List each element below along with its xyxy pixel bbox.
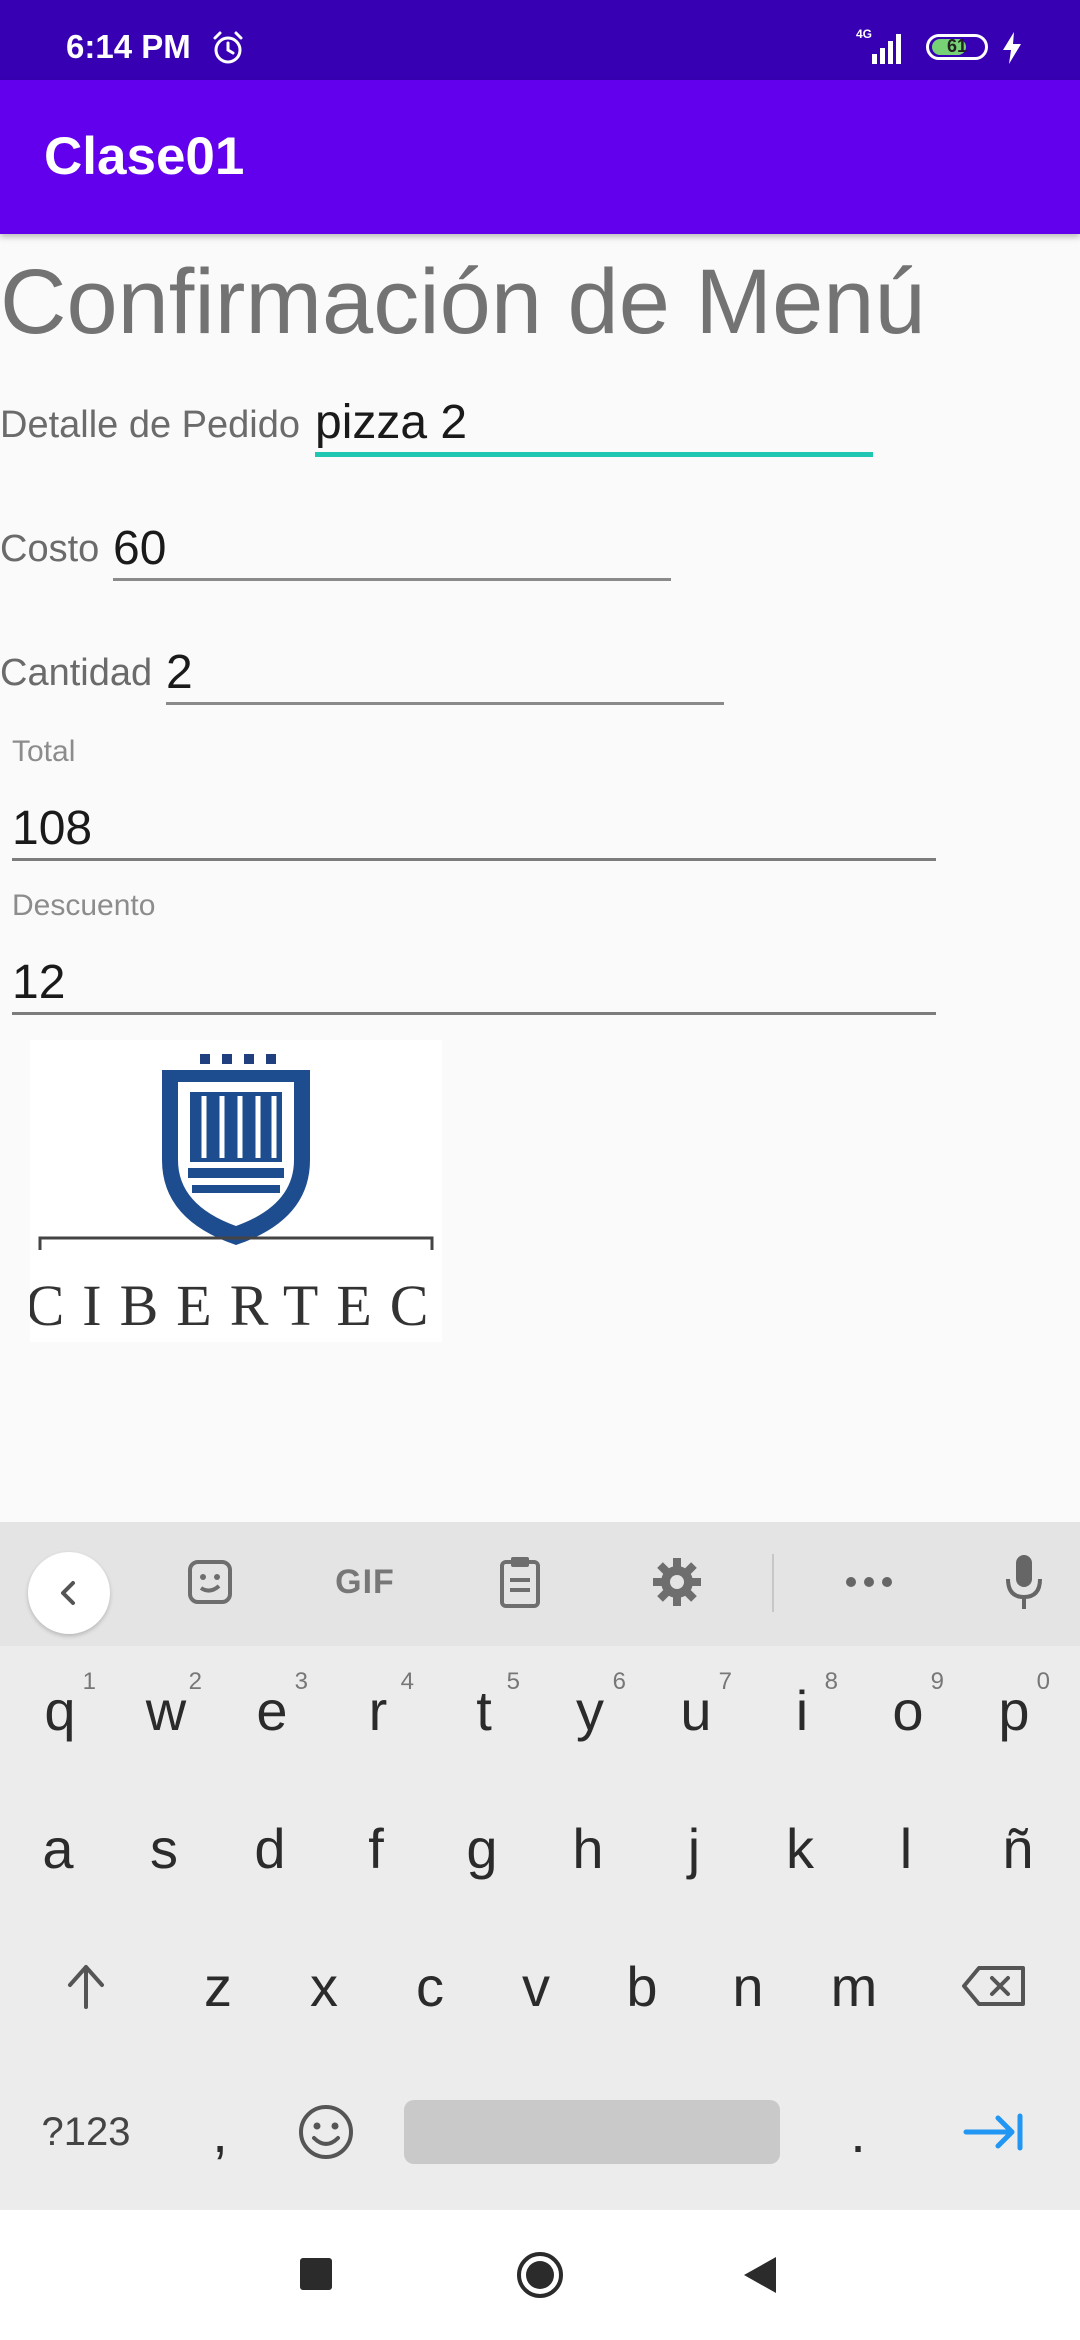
key-s[interactable]: s <box>114 1798 214 1898</box>
total-input[interactable] <box>12 798 936 861</box>
sticker-icon[interactable] <box>180 1550 240 1614</box>
key-a[interactable]: a <box>8 1798 108 1898</box>
back-triangle-icon[interactable] <box>740 2254 780 2296</box>
key-e[interactable]: e3 <box>222 1660 322 1760</box>
signal-icon: 4G <box>856 27 901 64</box>
navigation-bar <box>0 2210 1080 2340</box>
detalle-input[interactable] <box>315 392 873 457</box>
key-m[interactable]: m <box>804 1936 904 2036</box>
costo-input[interactable] <box>113 518 671 581</box>
key-o[interactable]: o9 <box>858 1660 958 1760</box>
key-y[interactable]: y6 <box>540 1660 640 1760</box>
key-g[interactable]: g <box>432 1798 532 1898</box>
cantidad-input[interactable] <box>166 642 724 705</box>
total-label: Total <box>12 735 76 768</box>
battery-level: 61 <box>946 36 968 56</box>
key-q[interactable]: q1 <box>10 1660 110 1760</box>
back-arrow-icon[interactable] <box>28 1552 110 1634</box>
soft-keyboard: GIF q1 w2 e3 r4 t5 y6 u7 i8 o9 p0 a s d … <box>0 1522 1080 2210</box>
enter-key[interactable] <box>944 2082 1044 2182</box>
gif-button[interactable]: GIF <box>320 1550 410 1614</box>
key-t[interactable]: t5 <box>434 1660 534 1760</box>
app-bar: Clase01 <box>0 80 1080 234</box>
key-enye[interactable]: ñ <box>968 1798 1068 1898</box>
key-x[interactable]: x <box>274 1936 374 2036</box>
comma-key[interactable]: , <box>170 2082 270 2182</box>
network-label: 4G <box>856 27 872 41</box>
key-n[interactable]: n <box>698 1936 798 2036</box>
cibertec-logo: CIBERTEC <box>26 1040 442 1342</box>
app-title: Clase01 <box>44 127 245 186</box>
emoji-key[interactable] <box>276 2082 376 2182</box>
descuento-label: Descuento <box>12 889 156 922</box>
recents-square-icon[interactable] <box>300 2258 332 2290</box>
key-c[interactable]: c <box>380 1936 480 2036</box>
status-bar: 6:14 PM 4G 61 <box>0 0 1080 80</box>
logo-text: CIBERTEC <box>30 1273 442 1338</box>
charging-icon <box>1003 32 1021 64</box>
emoji-smiley-icon <box>299 2105 353 2159</box>
key-z[interactable]: z <box>168 1936 268 2036</box>
status-time: 6:14 PM <box>66 28 191 65</box>
page-heading: Confirmación de Menú <box>0 251 926 353</box>
key-w[interactable]: w2 <box>116 1660 216 1760</box>
key-p[interactable]: p0 <box>964 1660 1064 1760</box>
key-v[interactable]: v <box>486 1936 586 2036</box>
gif-label: GIF <box>335 1562 395 1601</box>
key-b[interactable]: b <box>592 1936 692 2036</box>
key-f[interactable]: f <box>326 1798 426 1898</box>
costo-label: Costo <box>0 528 100 570</box>
tab-next-icon <box>963 2113 1023 2151</box>
settings-gear-icon[interactable] <box>646 1550 708 1614</box>
clipboard-icon[interactable] <box>490 1550 550 1614</box>
descuento-input[interactable] <box>12 952 936 1015</box>
backspace-key[interactable] <box>944 1936 1044 2036</box>
keyboard-toolbar: GIF <box>0 1522 1080 1646</box>
shift-arrow-icon <box>68 1965 104 2009</box>
battery-icon: 61 <box>926 34 988 60</box>
key-l[interactable]: l <box>856 1798 956 1898</box>
cantidad-label: Cantidad <box>0 652 153 694</box>
more-options-icon[interactable] <box>838 1550 900 1614</box>
home-circle-icon[interactable] <box>515 2250 565 2300</box>
key-u[interactable]: u7 <box>646 1660 746 1760</box>
key-h[interactable]: h <box>538 1798 638 1898</box>
shift-key[interactable] <box>36 1936 136 2036</box>
key-k[interactable]: k <box>750 1798 850 1898</box>
key-j[interactable]: j <box>644 1798 744 1898</box>
backspace-icon <box>962 1966 1025 2006</box>
period-key[interactable]: . <box>808 2082 908 2182</box>
detalle-label: Detalle de Pedido <box>0 404 300 446</box>
microphone-icon[interactable] <box>996 1550 1052 1614</box>
alarm-icon <box>213 31 243 64</box>
key-d[interactable]: d <box>220 1798 320 1898</box>
key-r[interactable]: r4 <box>328 1660 428 1760</box>
symbols-key[interactable]: ?123 <box>24 2082 148 2182</box>
toolbar-divider <box>772 1554 774 1612</box>
space-key[interactable] <box>404 2100 780 2164</box>
key-i[interactable]: i8 <box>752 1660 852 1760</box>
